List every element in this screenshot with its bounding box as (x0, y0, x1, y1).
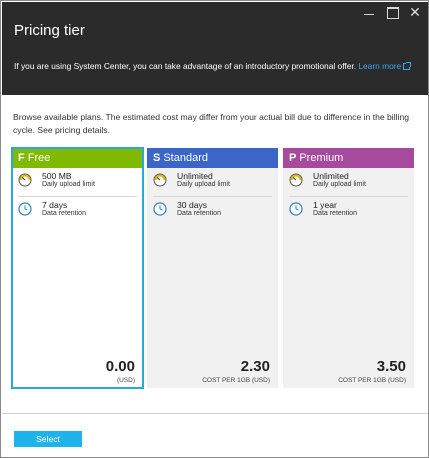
learn-more-label: Learn more (358, 61, 402, 71)
tier-letter: P (289, 152, 297, 164)
external-link-icon (403, 62, 412, 70)
retention-value: 1 year (313, 200, 337, 210)
tier-price: 2.30 (240, 358, 270, 375)
retention-value: 30 days (177, 200, 208, 210)
tier-price: 3.50 (376, 358, 406, 375)
tier-letter: F (18, 152, 25, 164)
retention-value: 7 days (42, 200, 68, 210)
retention-feature: 7 days Data retention (12, 199, 143, 225)
retention-feature: 30 days Data retention (147, 199, 278, 225)
tier-price-unit: (USD) (116, 377, 135, 384)
blade-header: ✕ Pricing tier If you are using System C… (2, 2, 428, 95)
window-controls: ✕ (362, 5, 422, 19)
tier-card-header: F Free (12, 148, 143, 168)
divider (153, 196, 272, 197)
upload-limit-feature: Unlimited Daily upload limit (283, 170, 414, 196)
promo-text: If you are using System Center, you can … (14, 61, 357, 71)
upload-limit-label: Daily upload limit (42, 181, 95, 188)
gauge-icon (289, 173, 303, 187)
upload-limit-value: Unlimited (313, 171, 349, 181)
clock-icon (289, 202, 303, 216)
tier-price-unit: COST PER 1GB (USD) (202, 377, 270, 384)
promo-message: If you are using System Center, you can … (14, 61, 412, 71)
tier-card-premium[interactable]: P Premium Unlimited Daily upload limit 1 … (283, 148, 414, 388)
divider (18, 196, 137, 197)
retention-label: Data retention (42, 210, 86, 217)
gauge-icon (18, 173, 32, 187)
maximize-icon[interactable] (385, 6, 399, 19)
tier-name: Free (27, 152, 51, 164)
upload-limit-feature: 500 MB Daily upload limit (12, 170, 143, 196)
pricing-tier-blade: ✕ Pricing tier If you are using System C… (0, 0, 429, 458)
tier-card-free[interactable]: F Free 500 MB Daily upload limit 7 days D… (11, 147, 144, 389)
tier-price-unit: COST PER 1GB (USD) (338, 377, 406, 384)
gauge-icon (153, 173, 167, 187)
divider (289, 196, 408, 197)
upload-limit-feature: Unlimited Daily upload limit (147, 170, 278, 196)
tier-name: Standard (163, 152, 208, 164)
upload-limit-label: Daily upload limit (177, 181, 230, 188)
upload-limit-value: 500 MB (42, 171, 72, 181)
upload-limit-value: Unlimited (177, 171, 213, 181)
tier-card-header: P Premium (283, 148, 414, 168)
tier-name: Premium (299, 152, 344, 164)
tier-letter: S (153, 152, 161, 164)
tier-price: 0.00 (105, 358, 135, 375)
retention-feature: 1 year Data retention (283, 199, 414, 225)
learn-more-link[interactable]: Learn more (358, 61, 412, 71)
upload-limit-label: Daily upload limit (313, 181, 366, 188)
clock-icon (153, 202, 167, 216)
intro-text: Browse available plans. The estimated co… (13, 112, 410, 135)
close-icon[interactable]: ✕ (408, 5, 422, 19)
select-button[interactable]: Select (14, 431, 82, 447)
clock-icon (18, 202, 32, 216)
retention-label: Data retention (313, 210, 357, 217)
tier-card-standard[interactable]: S Standard Unlimited Daily upload limit 3… (147, 148, 278, 388)
retention-label: Data retention (177, 210, 221, 217)
tier-card-header: S Standard (147, 148, 278, 168)
footer-divider (2, 413, 428, 414)
minimize-icon[interactable] (362, 6, 376, 18)
page-title: Pricing tier (14, 22, 85, 39)
